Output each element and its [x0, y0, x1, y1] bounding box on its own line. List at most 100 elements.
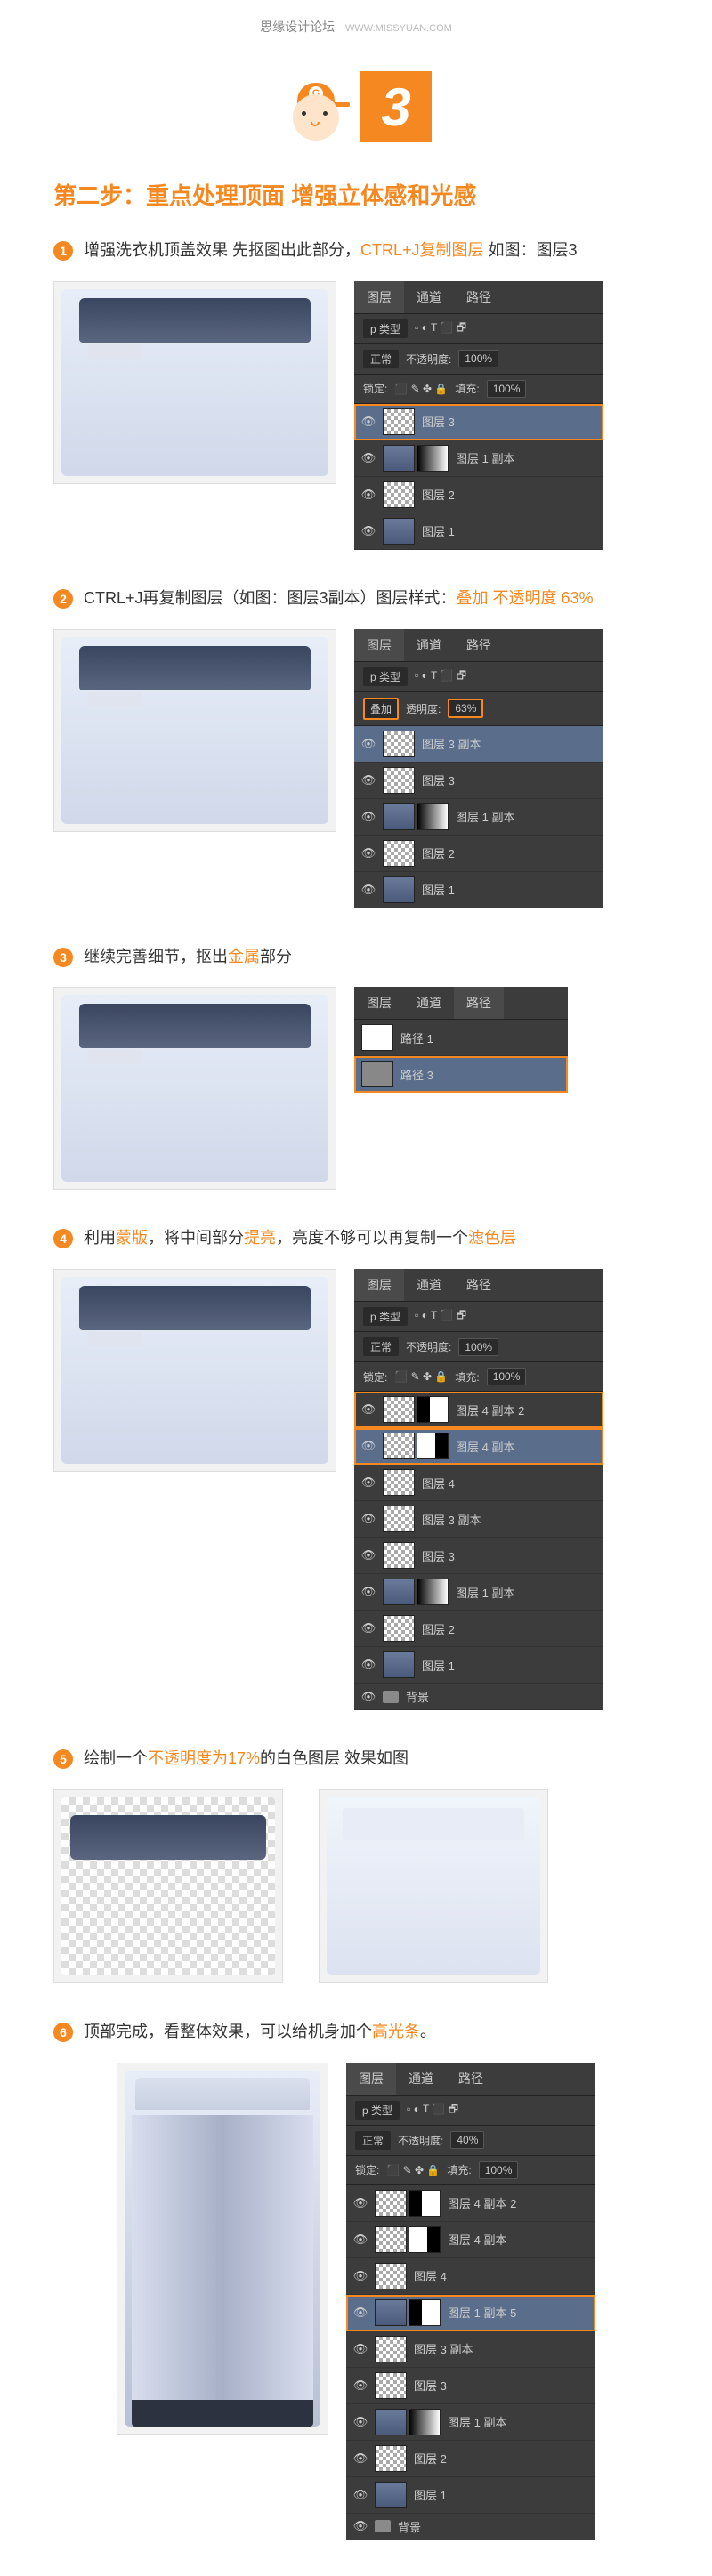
- layer-row[interactable]: 👁 图层 4 副本: [354, 1428, 603, 1465]
- opacity-input[interactable]: 63%: [448, 699, 483, 718]
- layer-row[interactable]: 👁 图层 1 副本: [354, 440, 603, 477]
- step-num-badge: 1: [53, 241, 73, 261]
- tab-channels[interactable]: 通道: [396, 2063, 446, 2095]
- tab-paths[interactable]: 路径: [454, 629, 504, 661]
- step-6: 6 顶部完成，看整体效果，可以给机身加个高光条。 图层 通道 路径 p 类型 ▫…: [0, 2019, 712, 2576]
- layer-row[interactable]: 👁图层 4: [354, 1465, 603, 1501]
- step-3: 3 继续完善细节，抠出金属部分 图层 通道 路径 路径 1 路径 3: [0, 944, 712, 1226]
- step-num-badge: 5: [53, 1749, 73, 1769]
- type-dropdown[interactable]: p 类型: [355, 2101, 400, 2120]
- layer-row[interactable]: 👁 图层 2: [354, 477, 603, 513]
- step-text: 利用蒙版，将中间部分提亮，亮度不够可以再复制一个滤色层: [84, 1225, 516, 1251]
- layer-row[interactable]: 👁 图层 1 副本: [354, 799, 603, 836]
- tab-paths[interactable]: 路径: [454, 281, 504, 313]
- layers-panel: 图层 通道 路径 p 类型 ▫ ◐ T ⬛ 🗗 叠加 透明度: 63% 👁 图层…: [354, 629, 603, 908]
- layer-row[interactable]: 👁 图层 3: [354, 763, 603, 799]
- step-num-badge: 2: [53, 589, 73, 609]
- layer-row[interactable]: 👁图层 1 副本 5: [346, 2295, 595, 2331]
- step-num-badge: 3: [53, 948, 73, 967]
- step-text: CTRL+J再复制图层（如图：图层3副本）图层样式：叠加 不透明度 63%: [84, 585, 594, 611]
- layer-row[interactable]: 👁 图层 1: [354, 513, 603, 550]
- type-dropdown[interactable]: p 类型: [363, 1307, 408, 1326]
- step-text: 继续完善细节，抠出金属部分: [84, 944, 292, 970]
- product-image-light: [319, 1789, 548, 1983]
- folder-icon: [383, 1691, 399, 1703]
- layers-panel: 图层 通道 路径 p 类型 ▫ ◐ T ⬛ 🗗 正常 不透明度: 100% 锁定…: [354, 1269, 603, 1710]
- mascot-icon: G: [280, 74, 352, 141]
- step-4: 4 利用蒙版，将中间部分提亮，亮度不够可以再复制一个滤色层 图层 通道 路径 p…: [0, 1225, 712, 1746]
- product-image: [53, 281, 336, 484]
- path-row[interactable]: 路径 3: [354, 1056, 568, 1093]
- eye-icon: 👁: [361, 488, 376, 502]
- product-image: [53, 987, 336, 1190]
- step-text: 绘制一个不透明度为17%的白色图层 效果如图: [84, 1746, 409, 1772]
- layer-row[interactable]: 👁图层 1: [346, 2477, 595, 2514]
- tab-layers[interactable]: 图层: [354, 987, 404, 1019]
- paths-panel: 图层 通道 路径 路径 1 路径 3: [354, 987, 568, 1093]
- tab-layers[interactable]: 图层: [346, 2063, 396, 2095]
- blend-mode[interactable]: 正常: [355, 2131, 391, 2150]
- tab-channels[interactable]: 通道: [404, 1269, 454, 1301]
- layer-row[interactable]: 👁图层 1: [354, 1647, 603, 1684]
- layer-row[interactable]: 👁图层 1 副本: [346, 2404, 595, 2441]
- layer-row[interactable]: 👁 图层 3: [354, 404, 603, 440]
- blend-mode[interactable]: 正常: [363, 350, 399, 368]
- fill-input[interactable]: 100%: [487, 380, 527, 398]
- eye-icon: 👁: [361, 524, 376, 538]
- layer-row[interactable]: 👁图层 4: [346, 2258, 595, 2295]
- eye-icon: 👁: [361, 451, 376, 465]
- tab-paths[interactable]: 路径: [454, 1269, 504, 1301]
- tab-layers[interactable]: 图层: [354, 281, 404, 313]
- section-title: 第二步：重点处理顶面 增强立体感和光感: [0, 178, 712, 238]
- step-2: 2 CTRL+J再复制图层（如图：图层3副本）图层样式：叠加 不透明度 63% …: [0, 585, 712, 944]
- tab-channels[interactable]: 通道: [404, 987, 454, 1019]
- blend-mode[interactable]: 正常: [363, 1337, 399, 1356]
- layer-row[interactable]: 👁图层 4 副本: [346, 2222, 595, 2258]
- watermark: 思缘设计论坛 WWW.MISSYUAN.COM: [0, 0, 712, 53]
- eye-icon: 👁: [361, 415, 376, 429]
- path-row[interactable]: 路径 1: [354, 1020, 568, 1056]
- step-number: 3: [360, 71, 432, 142]
- folder-icon: [375, 2520, 391, 2532]
- eye-icon: 👁: [361, 810, 376, 824]
- step-num-badge: 4: [53, 1229, 73, 1248]
- watermark-link: WWW.MISSYUAN.COM: [345, 23, 452, 34]
- layer-row[interactable]: 👁图层 3 副本: [354, 1501, 603, 1538]
- product-image-full: [117, 2063, 328, 2435]
- layer-row[interactable]: 👁背景: [354, 1684, 603, 1710]
- eye-icon: 👁: [361, 737, 376, 751]
- eye-icon: 👁: [361, 773, 376, 787]
- step-text: 顶部完成，看整体效果，可以给机身加个高光条。: [84, 2019, 436, 2045]
- step-badge: G 3: [0, 71, 712, 142]
- layer-row[interactable]: 👁图层 2: [346, 2441, 595, 2477]
- layer-row[interactable]: 👁图层 2: [354, 1611, 603, 1647]
- tab-layers[interactable]: 图层: [354, 629, 404, 661]
- blend-mode[interactable]: 叠加: [363, 698, 399, 720]
- tab-channels[interactable]: 通道: [404, 629, 454, 661]
- type-dropdown[interactable]: p 类型: [363, 319, 408, 338]
- tab-paths[interactable]: 路径: [446, 2063, 496, 2095]
- layer-row[interactable]: 👁 图层 1: [354, 872, 603, 908]
- layer-row[interactable]: 👁图层 3: [346, 2368, 595, 2404]
- step-5: 5 绘制一个不透明度为17%的白色图层 效果如图: [0, 1746, 712, 2019]
- step-text: 增强洗衣机顶盖效果 先抠图出此部分，CTRL+J复制图层 如图：图层3: [84, 238, 578, 263]
- layer-row[interactable]: 👁图层 3: [354, 1538, 603, 1574]
- product-image: [53, 1269, 336, 1472]
- layer-row[interactable]: 👁 图层 3 副本: [354, 726, 603, 763]
- layer-row[interactable]: 👁背景: [346, 2514, 595, 2540]
- tab-layers[interactable]: 图层: [354, 1269, 404, 1301]
- step-num-badge: 6: [53, 2023, 73, 2042]
- watermark-text: 思缘设计论坛: [260, 20, 335, 34]
- step-1: 1 增强洗衣机顶盖效果 先抠图出此部分，CTRL+J复制图层 如图：图层3 图层…: [0, 238, 712, 585]
- opacity-input[interactable]: 100%: [458, 350, 498, 367]
- type-dropdown[interactable]: p 类型: [363, 667, 408, 686]
- layer-row[interactable]: 👁 图层 4 副本 2: [354, 1392, 603, 1428]
- layer-row[interactable]: 👁 图层 2: [354, 836, 603, 872]
- tab-paths[interactable]: 路径: [454, 987, 504, 1019]
- layer-row[interactable]: 👁图层 4 副本 2: [346, 2185, 595, 2222]
- eye-icon: 👁: [361, 846, 376, 860]
- tab-channels[interactable]: 通道: [404, 281, 454, 313]
- layer-row[interactable]: 👁图层 3 副本: [346, 2331, 595, 2368]
- layer-row[interactable]: 👁图层 1 副本: [354, 1574, 603, 1611]
- layers-panel: 图层 通道 路径 p 类型 ▫ ◐ T ⬛ 🗗 正常 不透明度: 100% 锁定…: [354, 281, 603, 550]
